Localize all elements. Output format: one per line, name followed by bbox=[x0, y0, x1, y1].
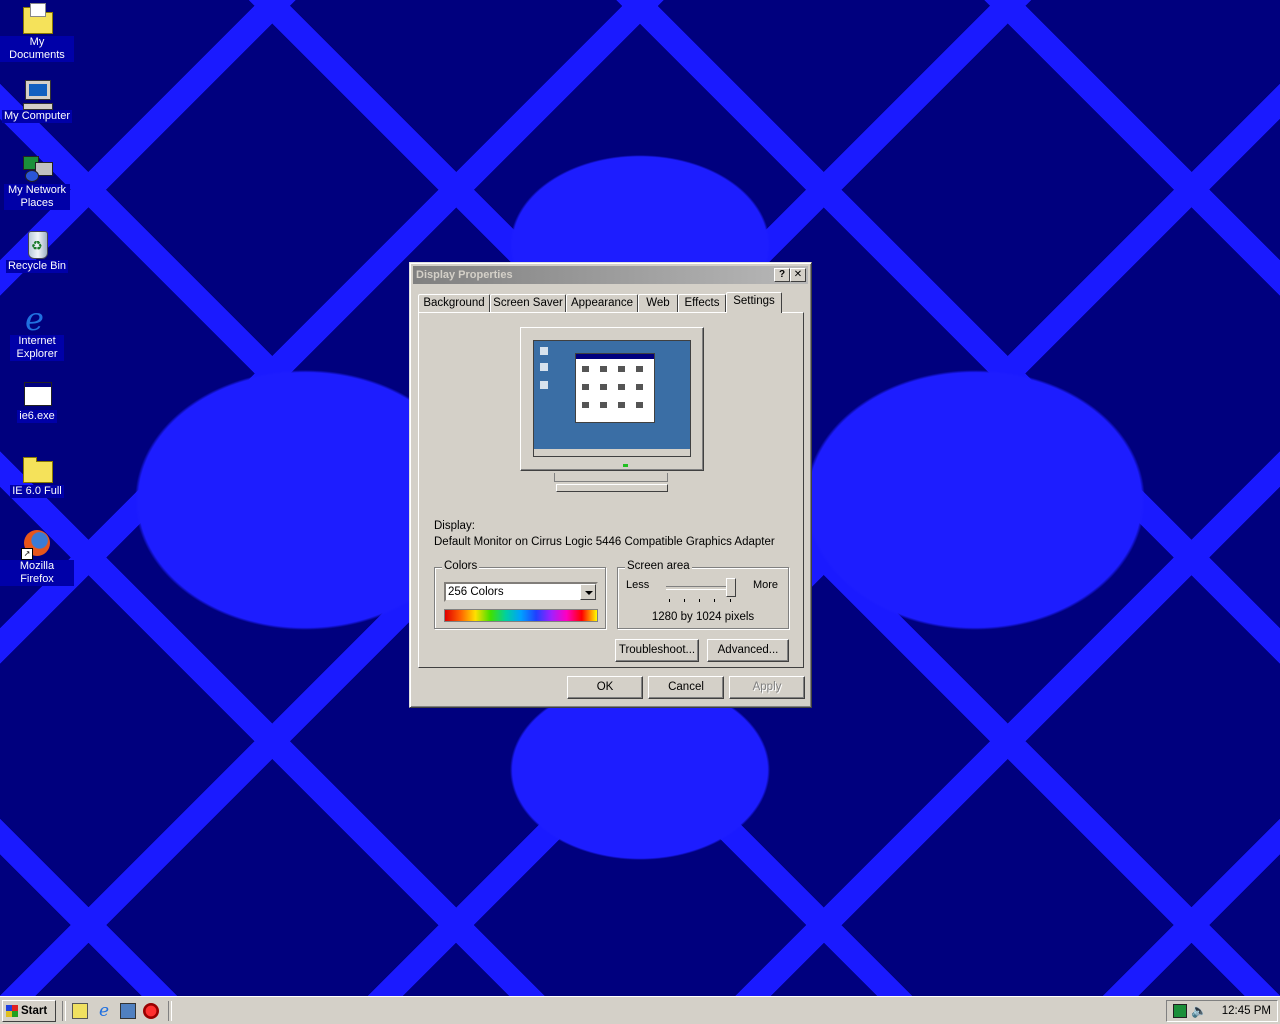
folder-icon bbox=[21, 453, 53, 485]
my-documents-icon bbox=[21, 3, 53, 36]
internet-explorer-icon[interactable]: e bbox=[96, 1003, 112, 1020]
taskbar-separator bbox=[168, 1001, 172, 1021]
ok-button[interactable]: OK bbox=[567, 676, 643, 699]
colors-selected-value: 256 Colors bbox=[448, 586, 504, 598]
desktop-icon-label: Recycle Bin bbox=[5, 260, 69, 273]
network-tray-icon[interactable] bbox=[1173, 1004, 1187, 1018]
desktop-icon-my-computer[interactable]: My Computer bbox=[0, 78, 74, 123]
system-tray: 🔈 12:45 PM bbox=[1166, 1000, 1278, 1022]
desktop-icon-label: IE 6.0 Full bbox=[10, 485, 64, 498]
desktop-icon-label: Mozilla Firefox bbox=[0, 560, 74, 586]
desktop-icon-ie-6-full[interactable]: IE 6.0 Full bbox=[0, 453, 74, 498]
tab-background[interactable]: Background bbox=[418, 294, 490, 312]
shortcut-arrow-icon: ↗ bbox=[21, 548, 33, 560]
clock[interactable]: 12:45 PM bbox=[1222, 1001, 1271, 1021]
slider-tick bbox=[684, 599, 685, 602]
close-button[interactable]: ✕ bbox=[790, 268, 806, 282]
monitor-stand bbox=[554, 473, 668, 482]
resolution-text: 1280 by 1024 pixels bbox=[651, 611, 755, 623]
slider-tick bbox=[730, 599, 731, 602]
colors-groupbox: Colors 256 Colors bbox=[434, 560, 606, 629]
outlook-express-icon[interactable] bbox=[120, 1003, 136, 1019]
start-label: Start bbox=[21, 1005, 48, 1017]
slider-tick bbox=[669, 599, 670, 602]
monitor-preview-icon bbox=[520, 327, 704, 471]
settings-panel: Display: Default Monitor on Cirrus Logic… bbox=[418, 312, 804, 668]
desktop-icon-label: My Network Places bbox=[4, 184, 70, 210]
screen-area-groupbox: Screen area Less More 1280 by 1024 pixel… bbox=[617, 560, 789, 629]
taskbar-separator bbox=[62, 1001, 66, 1021]
tab-settings[interactable]: Settings bbox=[726, 292, 782, 313]
chevron-down-icon[interactable] bbox=[580, 584, 596, 600]
slider-more-label: More bbox=[752, 579, 778, 591]
tab-effects[interactable]: Effects bbox=[678, 294, 726, 312]
slider-less-label: Less bbox=[626, 579, 650, 591]
network-places-icon bbox=[21, 152, 53, 184]
display-label: Display: bbox=[434, 520, 475, 532]
executable-icon bbox=[21, 378, 53, 410]
start-button[interactable]: Start bbox=[2, 1000, 56, 1022]
slider-tick bbox=[699, 599, 700, 602]
screen-area-group-label: Screen area bbox=[625, 560, 692, 572]
media-player-icon[interactable] bbox=[143, 1003, 159, 1019]
display-properties-dialog: Display Properties ? ✕ Background Screen… bbox=[409, 262, 812, 708]
desktop-icon-internet-explorer[interactable]: e Internet Explorer bbox=[0, 303, 74, 361]
desktop-preview bbox=[533, 340, 691, 457]
color-spectrum-bar bbox=[444, 609, 598, 622]
desktop-icon-label: My Documents bbox=[0, 36, 74, 62]
advanced-button[interactable]: Advanced... bbox=[707, 639, 789, 662]
taskbar: Start e 🔈 12:45 PM bbox=[0, 996, 1280, 1024]
colors-select[interactable]: 256 Colors bbox=[444, 582, 598, 602]
help-icon: ? bbox=[778, 269, 786, 280]
slider-tick bbox=[714, 599, 715, 602]
desktop-icon-label: Internet Explorer bbox=[10, 335, 64, 361]
volume-icon[interactable]: 🔈 bbox=[1191, 1003, 1207, 1019]
colors-group-label: Colors bbox=[442, 560, 480, 572]
desktop-icon-label: ie6.exe bbox=[17, 410, 57, 423]
close-icon: ✕ bbox=[793, 269, 803, 280]
desktop-icon-ie6-exe[interactable]: ie6.exe bbox=[0, 378, 74, 423]
internet-explorer-icon: e bbox=[25, 300, 44, 338]
troubleshoot-button[interactable]: Troubleshoot... bbox=[615, 639, 699, 662]
screen-area-slider-thumb[interactable] bbox=[726, 578, 736, 597]
desktop-icon-mozilla-firefox[interactable]: ↗ Mozilla Firefox bbox=[0, 528, 74, 586]
tab-screen-saver[interactable]: Screen Saver bbox=[490, 294, 566, 312]
dialog-title: Display Properties bbox=[416, 269, 513, 281]
my-computer-icon bbox=[21, 78, 53, 110]
dialog-titlebar[interactable]: Display Properties ? ✕ bbox=[413, 266, 808, 284]
desktop-icon-my-documents[interactable]: My Documents bbox=[0, 3, 74, 62]
desktop-icon-label: My Computer bbox=[1, 110, 73, 123]
desktop-icon-recycle-bin[interactable]: Recycle Bin bbox=[0, 228, 74, 273]
apply-button[interactable]: Apply bbox=[729, 676, 805, 699]
desktop-icon-my-network-places[interactable]: My Network Places bbox=[0, 152, 74, 210]
show-desktop-icon[interactable] bbox=[72, 1003, 88, 1019]
cancel-button[interactable]: Cancel bbox=[648, 676, 724, 699]
display-adapter-name: Default Monitor on Cirrus Logic 5446 Com… bbox=[434, 536, 775, 548]
monitor-base bbox=[556, 484, 668, 492]
windows-logo-icon bbox=[6, 1005, 18, 1017]
firefox-icon: ↗ bbox=[21, 528, 53, 560]
help-button[interactable]: ? bbox=[774, 268, 790, 282]
tab-web[interactable]: Web bbox=[638, 294, 678, 312]
tab-appearance[interactable]: Appearance bbox=[566, 294, 638, 312]
recycle-bin-icon bbox=[21, 228, 53, 260]
